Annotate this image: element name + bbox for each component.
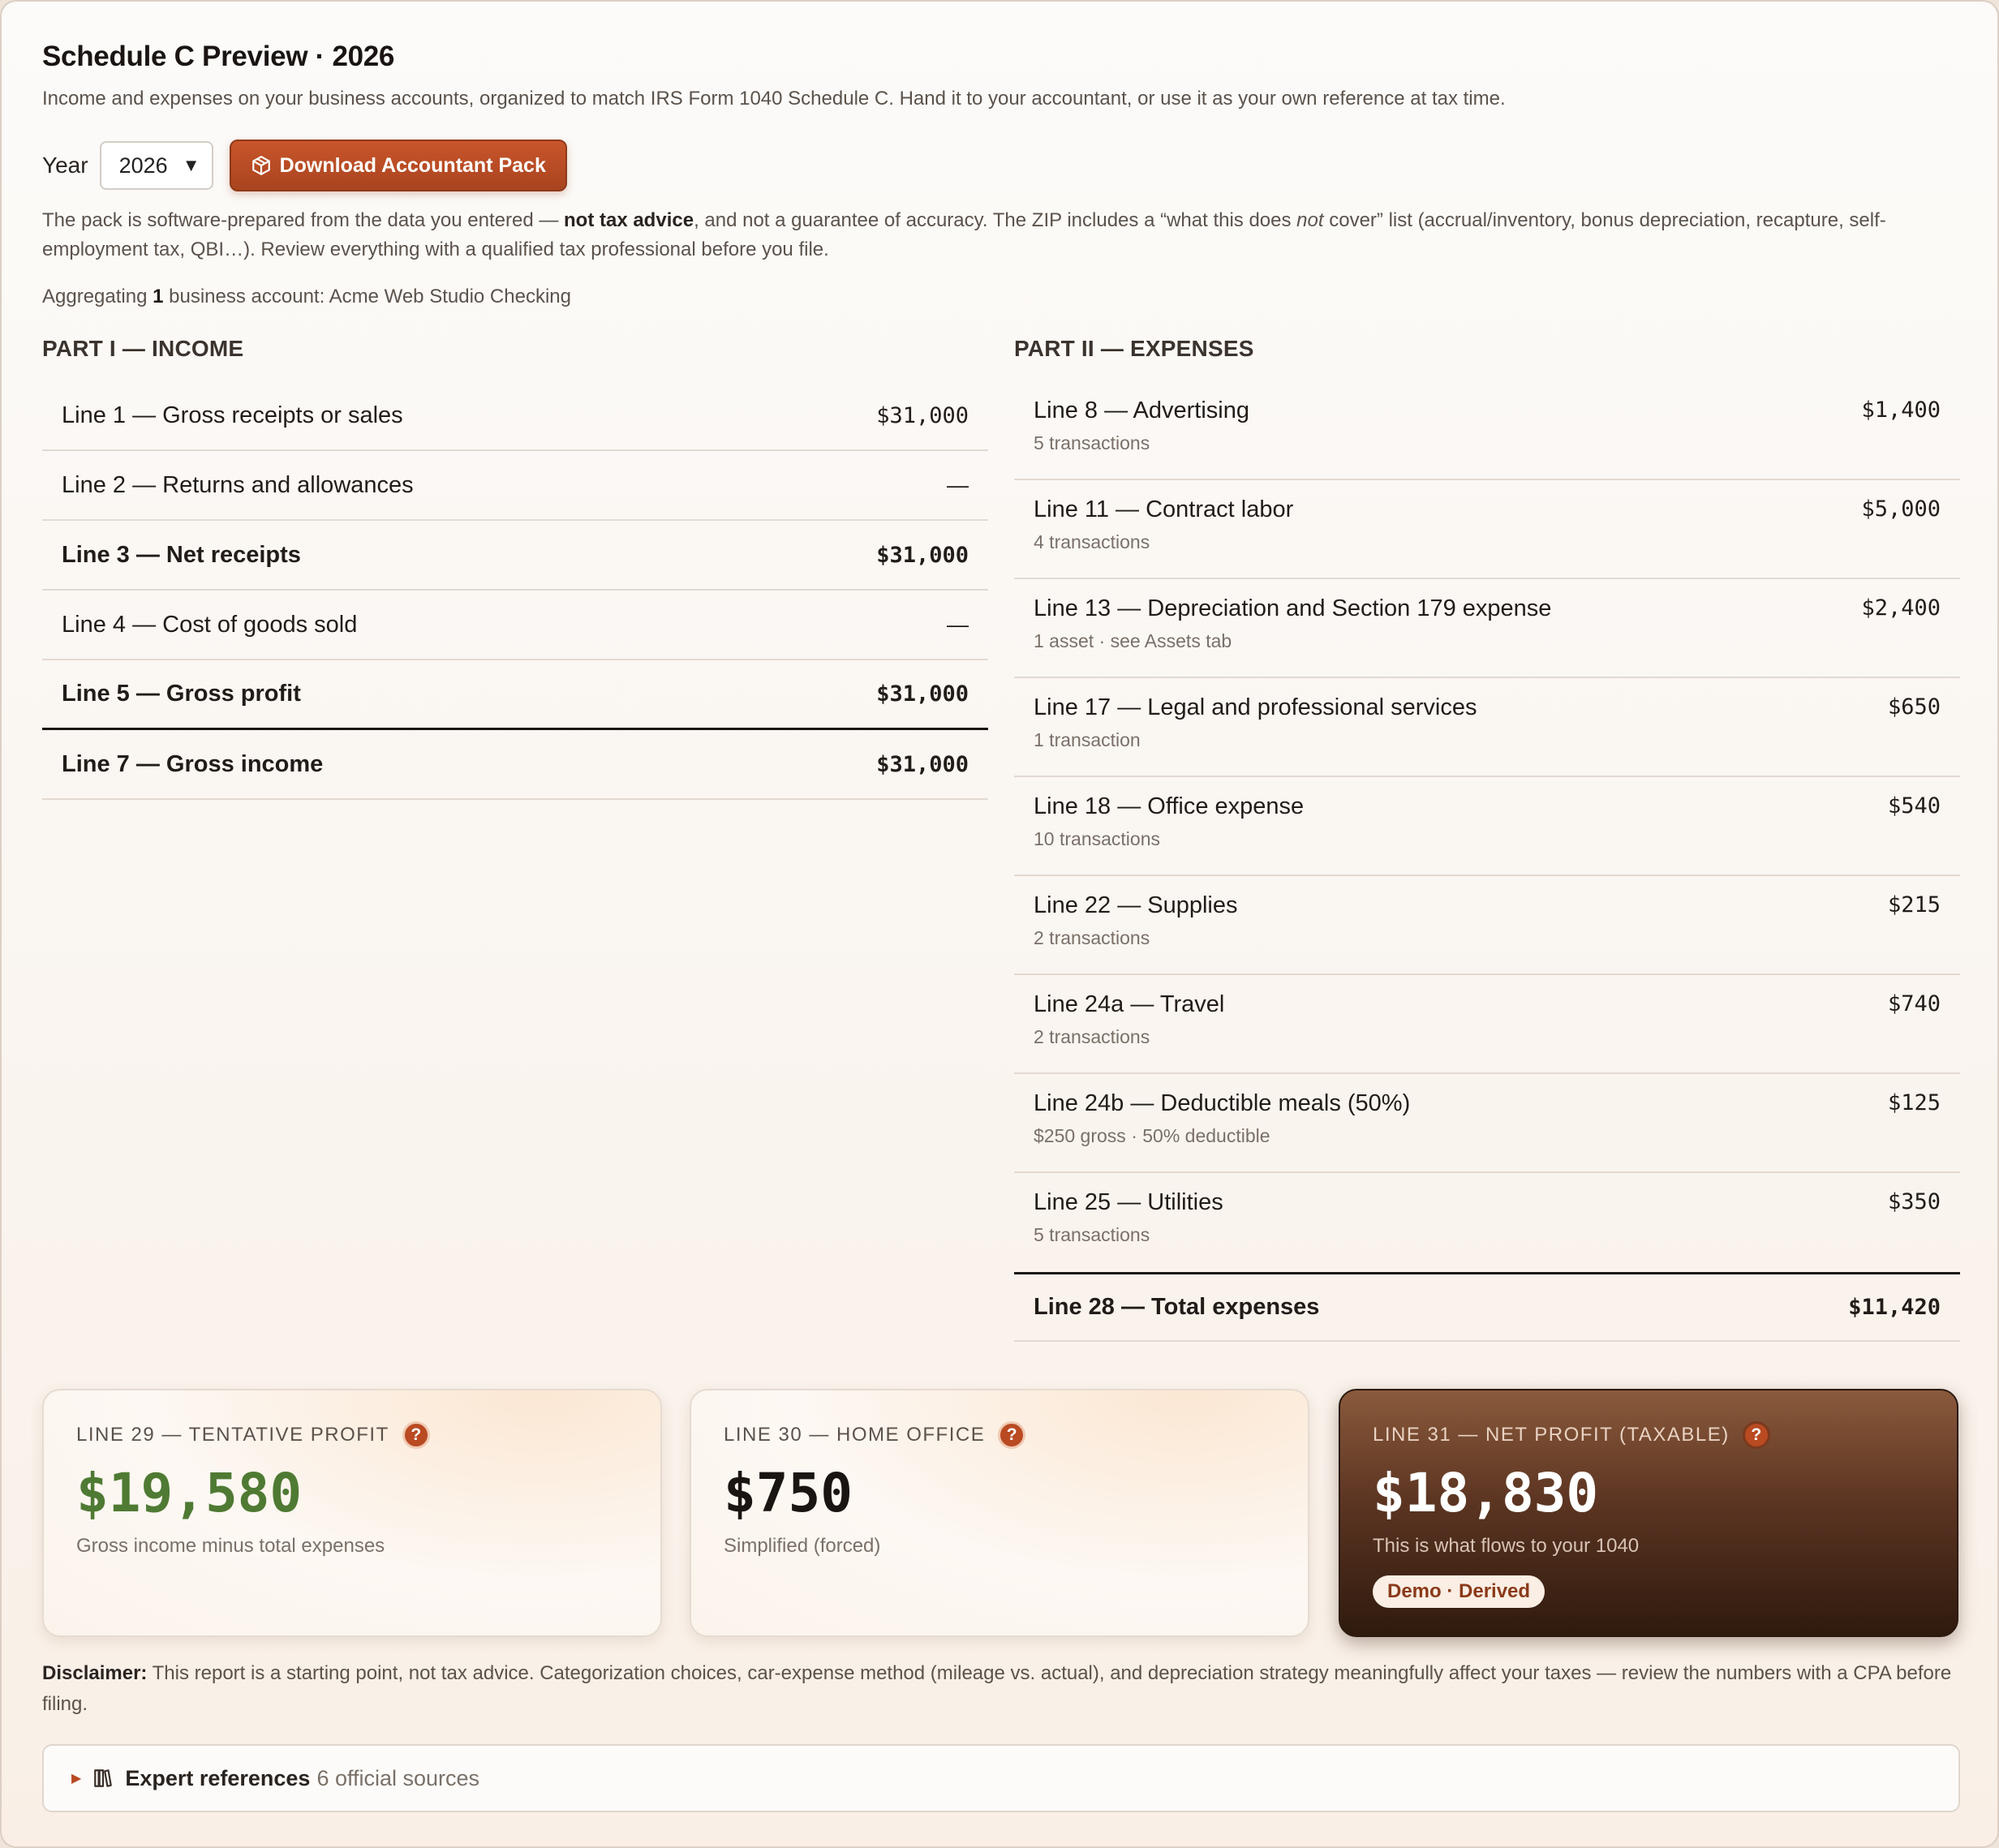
income-heading: PART I — INCOME (42, 336, 244, 361)
card-value: $19,580 (76, 1462, 303, 1524)
income-line-7: Line 7 — Gross income $31,000 (42, 730, 988, 800)
references-title: Expert references (125, 1765, 311, 1790)
aggregating-note: Aggregating 1 business account: Acme Web… (42, 286, 571, 307)
net-profit-card: LINE 31 — NET PROFIT (TAXABLE) ? $18,830… (1339, 1389, 1958, 1637)
card-title: LINE 31 — NET PROFIT (TAXABLE) (1373, 1424, 1730, 1446)
part-expenses: PART II — EXPENSES Line 8 — Advertising 5… (1014, 336, 1960, 1342)
card-value: $18,830 (1373, 1462, 1599, 1524)
card-description: This is what flows to your 1040 (1373, 1535, 1640, 1557)
year-select[interactable]: 2026 ▼ (99, 141, 213, 190)
disclaimer: Disclaimer: This report is a starting po… (42, 1662, 1952, 1715)
expert-references-toggle[interactable]: ▶ Expert references 6 official sources (42, 1744, 1960, 1812)
schedule-parts: PART I — INCOME Line 1 — Gross receipts … (42, 336, 1960, 1342)
status-badge: Demo · Derived (1373, 1575, 1545, 1608)
expense-line-22: Line 22 — Supplies 2 transactions $215 (1014, 876, 1960, 975)
year-label: Year (42, 153, 88, 178)
caret-right-icon: ▶ (71, 1772, 82, 1786)
expense-line-17: Line 17 — Legal and professional service… (1014, 678, 1960, 777)
home-office-card: LINE 30 — HOME OFFICE ? $750 Simplified … (690, 1389, 1309, 1637)
card-value: $750 (724, 1462, 853, 1524)
income-line-1: Line 1 — Gross receipts or sales $31,000 (42, 381, 988, 451)
package-icon (251, 156, 270, 175)
pack-notice: The pack is software-prepared from the d… (42, 209, 1886, 260)
expense-line-24b: Line 24b — Deductible meals (50%) $250 gr… (1014, 1074, 1960, 1173)
download-accountant-pack-button[interactable]: Download Accountant Pack (229, 140, 567, 191)
chevron-down-icon: ▼ (182, 155, 200, 175)
controls-row: Year 2026 ▼ Download Accountant Pack (42, 140, 1960, 191)
card-title: LINE 30 — HOME OFFICE (724, 1424, 986, 1446)
card-title: LINE 29 — TENTATIVE PROFIT (76, 1424, 389, 1446)
income-line-3: Line 3 — Net receipts $31,000 (42, 521, 988, 591)
expense-line-28-total: Line 28 — Total expenses $11,420 (1014, 1272, 1960, 1342)
expense-line-11: Line 11 — Contract labor 4 transactions $… (1014, 480, 1960, 579)
year-select-value: 2026 (118, 153, 168, 178)
help-icon[interactable]: ? (998, 1421, 1026, 1449)
help-icon[interactable]: ? (1742, 1421, 1770, 1449)
app-window: Schedule C Preview · 2026 Income and exp… (0, 0, 1999, 1848)
expense-line-24a: Line 24a — Travel 2 transactions $740 (1014, 975, 1960, 1074)
help-icon[interactable]: ? (402, 1421, 430, 1449)
expense-line-13: Line 13 — Depreciation and Section 179 e… (1014, 579, 1960, 678)
expense-line-25: Line 25 — Utilities 5 transactions $350 (1034, 1189, 1941, 1245)
download-button-label: Download Accountant Pack (279, 153, 546, 177)
summary-cards: LINE 29 — TENTATIVE PROFIT ? $19,580 Gro… (42, 1389, 1960, 1637)
page-title: Schedule C Preview · 2026 (42, 41, 395, 72)
card-description: Simplified (forced) (724, 1535, 881, 1557)
income-line-4: Line 4 — Cost of goods sold — (42, 591, 988, 660)
main-content: Schedule C Preview · 2026 Income and exp… (42, 41, 1960, 1342)
page-subtitle: Income and expenses on your business acc… (42, 88, 1506, 110)
income-line-5: Line 5 — Gross profit $31,000 (42, 660, 988, 730)
expenses-heading: PART II — EXPENSES (1014, 336, 1254, 361)
expense-line-8: Line 8 — Advertising 5 transactions $1,40… (1014, 381, 1960, 480)
part-income: PART I — INCOME Line 1 — Gross receipts … (42, 336, 988, 800)
expense-line-18: Line 18 — Office expense 10 transactions … (1014, 777, 1960, 876)
income-line-2: Line 2 — Returns and allowances — (42, 451, 988, 521)
tentative-profit-card: LINE 29 — TENTATIVE PROFIT ? $19,580 Gro… (42, 1389, 662, 1637)
books-icon (94, 1769, 113, 1787)
references-count: 6 official sources (316, 1765, 480, 1790)
card-description: Gross income minus total expenses (76, 1535, 385, 1557)
